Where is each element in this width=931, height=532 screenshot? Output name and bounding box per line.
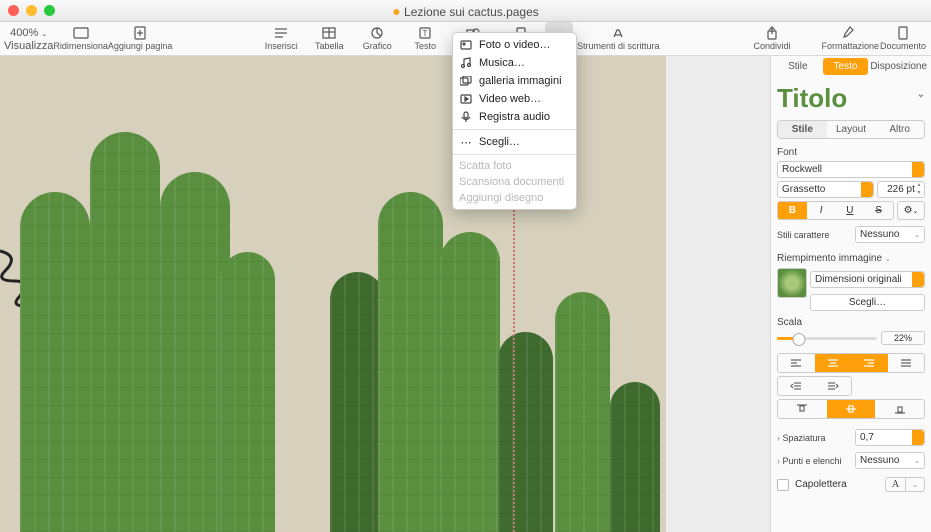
scale-label: Scala: [777, 317, 925, 328]
font-family-select[interactable]: Rockwell: [777, 161, 925, 178]
menu-item-photo-video[interactable]: Foto o video…: [453, 36, 576, 54]
add-page-button[interactable]: Aggiungi pagina: [108, 22, 173, 55]
chart-button[interactable]: Grafico: [353, 22, 401, 55]
document-button[interactable]: Documento: [879, 22, 927, 55]
text-options-button[interactable]: ⚙︎⌄: [897, 201, 925, 220]
menu-item-image-gallery[interactable]: galleria immagini: [453, 72, 576, 90]
fill-mode-select[interactable]: Dimensioni originali: [810, 271, 925, 288]
font-section-label: Font: [777, 147, 925, 158]
text-icon: T: [415, 26, 435, 40]
media-dropdown-menu: Foto o video… Musica… galleria immagini …: [452, 32, 577, 210]
bullets-select[interactable]: Nessuno⌄: [855, 452, 925, 469]
chevron-down-icon: ⌄: [917, 89, 925, 100]
char-styles-label: Stili carattere: [777, 230, 851, 240]
menu-item-take-photo: Scatta foto: [453, 158, 576, 174]
horizontal-align-group: [777, 353, 925, 373]
indent-group: [777, 376, 852, 396]
menu-item-choose[interactable]: ⋯Scegli…: [453, 133, 576, 151]
outdent-button[interactable]: [778, 377, 815, 395]
view-label: Visualizza: [4, 40, 53, 52]
subtab-other[interactable]: Altro: [875, 121, 924, 138]
spacing-label: › Spaziatura: [777, 433, 851, 443]
document-title: ● Lezione sui cactus.pages: [0, 3, 931, 19]
dropcap-label: Capolettera: [795, 479, 847, 490]
microphone-icon: [459, 110, 473, 124]
font-size-field[interactable]: 226 pt▴▾: [877, 181, 925, 198]
fill-image-swatch[interactable]: [777, 268, 807, 298]
text-button[interactable]: T Testo: [401, 22, 449, 55]
music-icon: [459, 56, 473, 70]
strikethrough-button[interactable]: S: [864, 202, 893, 219]
table-icon: [319, 26, 339, 40]
share-button[interactable]: Condividi: [748, 22, 796, 55]
spacing-field[interactable]: 0,7: [855, 429, 925, 446]
subtab-layout[interactable]: Layout: [827, 121, 876, 138]
writing-tools-button[interactable]: Strumenti di scrittura: [573, 22, 663, 55]
zoom-level-button[interactable]: 400% ⌄ Visualizza: [4, 22, 53, 55]
menu-item-record-audio[interactable]: Registra audio: [453, 108, 576, 126]
gear-icon: ⚙︎⌄: [904, 205, 919, 216]
valign-bottom-button[interactable]: [875, 400, 924, 418]
inspector-top-tabs: Stile Testo Disposizione: [771, 58, 931, 75]
indent-button[interactable]: [815, 377, 852, 395]
insert-button[interactable]: Inserisci: [257, 22, 305, 55]
underline-button[interactable]: U: [836, 202, 865, 219]
dropcap-checkbox[interactable]: [777, 479, 789, 491]
document-icon: [893, 26, 913, 40]
menu-item-music[interactable]: Musica…: [453, 54, 576, 72]
text-style-group: B I U S: [777, 201, 894, 220]
resize-icon: [71, 26, 91, 40]
menu-item-web-video[interactable]: Video web…: [453, 90, 576, 108]
canvas-background-gap: [666, 56, 770, 532]
ellipsis-icon: ⋯: [459, 135, 473, 149]
text-subtabs: Stile Layout Altro: [777, 120, 925, 139]
menu-item-scan-docs: Scansiona documenti: [453, 174, 576, 190]
format-icon: [840, 26, 860, 40]
bold-button[interactable]: B: [778, 202, 807, 219]
choose-image-button[interactable]: Scegli…: [810, 294, 925, 311]
menu-item-add-drawing: Aggiungi disegno: [453, 190, 576, 206]
scale-value-field[interactable]: 22%: [881, 331, 925, 345]
font-weight-select[interactable]: Grassetto: [777, 181, 874, 198]
valign-middle-button[interactable]: [827, 400, 876, 418]
web-video-icon: [459, 92, 473, 106]
cactus-illustration-left: [20, 112, 280, 532]
italic-button[interactable]: I: [807, 202, 836, 219]
gallery-icon: [459, 74, 473, 88]
align-left-button[interactable]: [778, 354, 815, 372]
document-canvas[interactable]: [0, 56, 770, 532]
align-center-button[interactable]: [815, 354, 852, 372]
tab-layout[interactable]: Disposizione: [870, 58, 927, 75]
window-titlebar: ● Lezione sui cactus.pages: [0, 0, 931, 22]
chart-icon: [367, 26, 387, 40]
add-page-icon: [130, 26, 150, 40]
subtab-style[interactable]: Stile: [778, 121, 827, 138]
svg-text:T: T: [423, 29, 428, 38]
tab-style[interactable]: Stile: [775, 58, 821, 75]
resize-button[interactable]: Ridimensiona: [53, 22, 108, 55]
format-button[interactable]: Formattazione: [821, 22, 879, 55]
dropcap-style-select[interactable]: A ⌄: [885, 477, 925, 492]
format-inspector: Stile Testo Disposizione Titolo⌄ Stile L…: [770, 56, 931, 532]
writing-tools-icon: [608, 26, 628, 40]
share-icon: [762, 26, 782, 40]
photo-icon: [459, 38, 473, 52]
insert-icon: [271, 26, 291, 40]
paragraph-style-selector[interactable]: Titolo⌄: [777, 79, 925, 114]
vertical-align-group: [777, 399, 925, 419]
align-right-button[interactable]: [851, 354, 888, 372]
scale-slider[interactable]: [777, 337, 877, 340]
bullets-label: › Punti e elenchi: [777, 456, 851, 466]
tab-text[interactable]: Testo: [823, 58, 869, 75]
align-justify-button[interactable]: [888, 354, 925, 372]
image-fill-label: Riempimento immagine ⌄: [777, 253, 925, 264]
table-button[interactable]: Tabella: [305, 22, 353, 55]
char-styles-select[interactable]: Nessuno⌄: [855, 226, 925, 243]
valign-top-button[interactable]: [778, 400, 827, 418]
